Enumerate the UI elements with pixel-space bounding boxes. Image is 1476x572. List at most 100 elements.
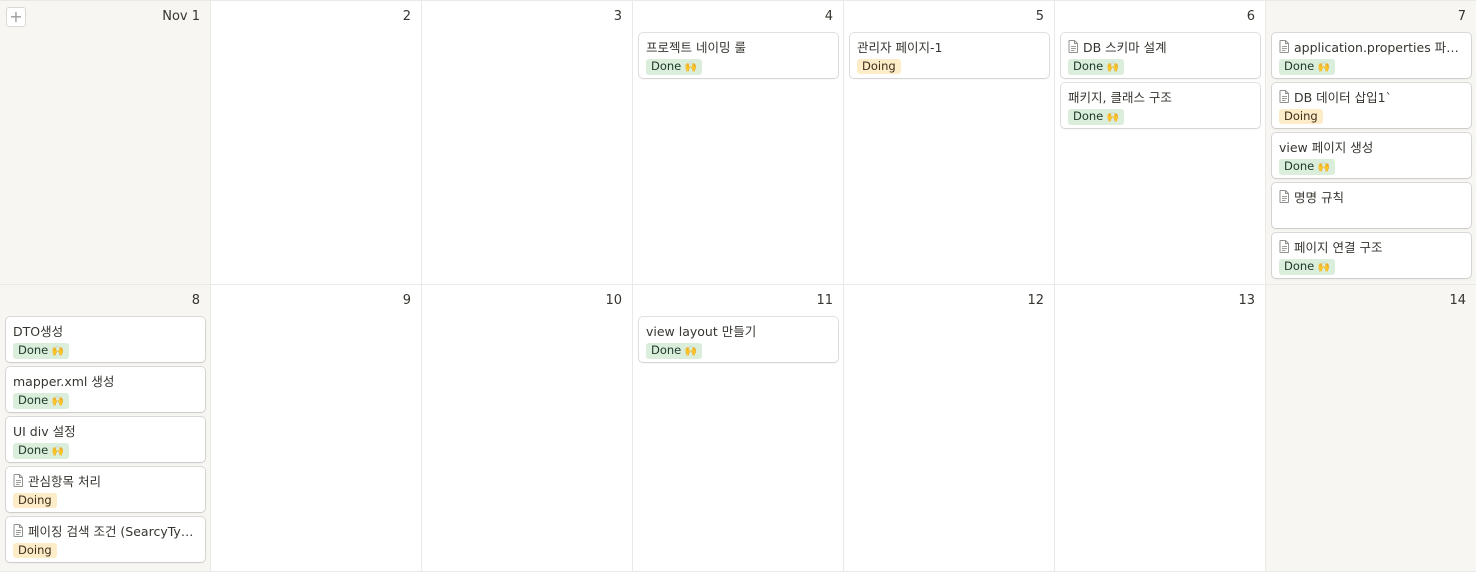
card-title-row: DTO생성 (13, 322, 198, 339)
raising-hands-icon: 🙌 (48, 346, 64, 357)
day-cell[interactable]: 7 application.properties 파일 ... Done 🙌 DB 데… (1266, 1, 1476, 285)
status-label: Done (1073, 59, 1104, 73)
day-number: 9 (402, 293, 411, 308)
calendar-card[interactable]: UI div 설정 Done 🙌 (6, 417, 205, 462)
card-title: 관심항목 처리 (28, 474, 101, 489)
day-cell[interactable]: 11 view layout 만들기 Done 🙌 (633, 285, 844, 572)
status-label: Doing (862, 59, 896, 73)
status-label: Done (1073, 109, 1104, 123)
document-icon (13, 524, 24, 537)
day-cell[interactable]: 10 (422, 285, 633, 572)
card-title-row: 패키지, 클래스 구조 (1068, 88, 1253, 105)
card-title-row: 관심항목 처리 (13, 472, 198, 489)
calendar-card[interactable]: 페이지 연결 구조 Done 🙌 (1272, 233, 1471, 278)
day-cell[interactable]: 12 (844, 285, 1055, 572)
calendar-card[interactable]: 명명 규칙 (1272, 183, 1471, 228)
card-list: 관리자 페이지-1 Doing (850, 33, 1049, 78)
day-cell[interactable]: 4 프로젝트 네이밍 룰 Done 🙌 (633, 1, 844, 285)
status-badge: Done 🙌 (13, 343, 69, 359)
day-number: 13 (1238, 293, 1255, 308)
calendar-card[interactable]: 페이징 검색 조건 (SearcyType... Doing (6, 517, 205, 562)
status-label: Done (1284, 59, 1315, 73)
status-label: Done (18, 443, 49, 457)
calendar-card[interactable]: DTO생성 Done 🙌 (6, 317, 205, 362)
document-icon (13, 474, 24, 487)
status-badge: Done 🙌 (1068, 59, 1124, 75)
day-number: 2 (402, 9, 411, 24)
raising-hands-icon: 🙌 (1314, 262, 1330, 273)
card-title-row: DB 스키마 설계 (1068, 38, 1253, 55)
day-cell[interactable]: 3 (422, 1, 633, 285)
card-list: application.properties 파일 ... Done 🙌 DB 데이… (1272, 33, 1471, 278)
add-page-button[interactable]: + (6, 7, 26, 27)
card-list: DTO생성 Done 🙌 mapper.xml 생성 Done 🙌 UI div 설정 D… (6, 317, 205, 562)
day-cell[interactable]: 8 DTO생성 Done 🙌 mapper.xml 생성 Done 🙌 UI div 설정… (0, 285, 211, 572)
calendar-card[interactable]: 프로젝트 네이밍 룰 Done 🙌 (639, 33, 838, 78)
card-title-row: view 페이지 생성 (1279, 138, 1464, 155)
raising-hands-icon: 🙌 (1314, 162, 1330, 173)
day-number: 5 (1035, 9, 1044, 24)
raising-hands-icon: 🙌 (48, 396, 64, 407)
day-number: 10 (605, 293, 622, 308)
card-title-row: 페이지 연결 구조 (1279, 238, 1464, 255)
card-title: 페이징 검색 조건 (SearcyType... (28, 524, 198, 539)
day-cell[interactable]: 5 관리자 페이지-1 Doing (844, 1, 1055, 285)
status-label: Done (1284, 259, 1315, 273)
status-badge: Done 🙌 (646, 59, 702, 75)
calendar-card[interactable]: application.properties 파일 ... Done 🙌 (1272, 33, 1471, 78)
day-number: 8 (191, 293, 200, 308)
status-badge: Doing (1279, 109, 1323, 124)
raising-hands-icon: 🙌 (681, 62, 697, 73)
card-title: UI div 설정 (13, 424, 76, 439)
day-number: Nov 1 (162, 9, 200, 24)
status-badge: Doing (13, 493, 57, 508)
card-list: DB 스키마 설계 Done 🙌 패키지, 클래스 구조 Done 🙌 (1061, 33, 1260, 128)
calendar-card[interactable]: view layout 만들기 Done 🙌 (639, 317, 838, 362)
document-icon (1279, 40, 1290, 53)
status-label: Done (18, 343, 49, 357)
day-number: 7 (1457, 9, 1466, 24)
calendar-card[interactable]: mapper.xml 생성 Done 🙌 (6, 367, 205, 412)
calendar-card[interactable]: DB 스키마 설계 Done 🙌 (1061, 33, 1260, 78)
card-title-row: UI div 설정 (13, 422, 198, 439)
day-cell[interactable]: 14 (1266, 285, 1476, 572)
document-icon (1279, 240, 1290, 253)
card-title: view 페이지 생성 (1279, 140, 1374, 155)
day-number: 11 (816, 293, 833, 308)
calendar-card[interactable]: 관리자 페이지-1 Doing (850, 33, 1049, 78)
card-title-row: 명명 규칙 (1279, 188, 1464, 205)
card-title: DB 스키마 설계 (1083, 40, 1167, 55)
card-title-row: view layout 만들기 (646, 322, 831, 339)
card-title: 패키지, 클래스 구조 (1068, 90, 1172, 105)
calendar-card[interactable]: DB 데이터 삽입1` Doing (1272, 83, 1471, 128)
status-badge: Done 🙌 (13, 393, 69, 409)
day-number: 12 (1027, 293, 1044, 308)
day-number: 3 (613, 9, 622, 24)
raising-hands-icon: 🙌 (48, 446, 64, 457)
card-title: 관리자 페이지-1 (857, 40, 943, 55)
card-title: DTO생성 (13, 324, 64, 339)
day-number: 4 (824, 9, 833, 24)
status-badge: Doing (13, 543, 57, 558)
calendar-card[interactable]: view 페이지 생성 Done 🙌 (1272, 133, 1471, 178)
card-title: view layout 만들기 (646, 324, 757, 339)
card-list: view layout 만들기 Done 🙌 (639, 317, 838, 362)
status-label: Done (651, 59, 682, 73)
card-title-row: 페이징 검색 조건 (SearcyType... (13, 522, 198, 539)
day-number: 6 (1246, 9, 1255, 24)
status-badge: Done 🙌 (646, 343, 702, 359)
status-label: Doing (18, 543, 52, 557)
calendar-card[interactable]: 패키지, 클래스 구조 Done 🙌 (1061, 83, 1260, 128)
card-title-row: 프로젝트 네이밍 룰 (646, 38, 831, 55)
card-title-row: DB 데이터 삽입1` (1279, 88, 1464, 105)
day-cell[interactable]: 9 (211, 285, 422, 572)
day-cell[interactable]: 2 (211, 1, 422, 285)
document-icon (1279, 190, 1290, 203)
day-cell[interactable]: 13 (1055, 285, 1266, 572)
calendar-card[interactable]: 관심항목 처리 Doing (6, 467, 205, 512)
day-cell[interactable]: 6 DB 스키마 설계 Done 🙌 패키지, 클래스 구조 Done 🙌 (1055, 1, 1266, 285)
day-cell[interactable]: + Nov 1 (0, 1, 211, 285)
status-label: Doing (1284, 109, 1318, 123)
card-title-row: mapper.xml 생성 (13, 372, 198, 389)
document-icon (1068, 40, 1079, 53)
